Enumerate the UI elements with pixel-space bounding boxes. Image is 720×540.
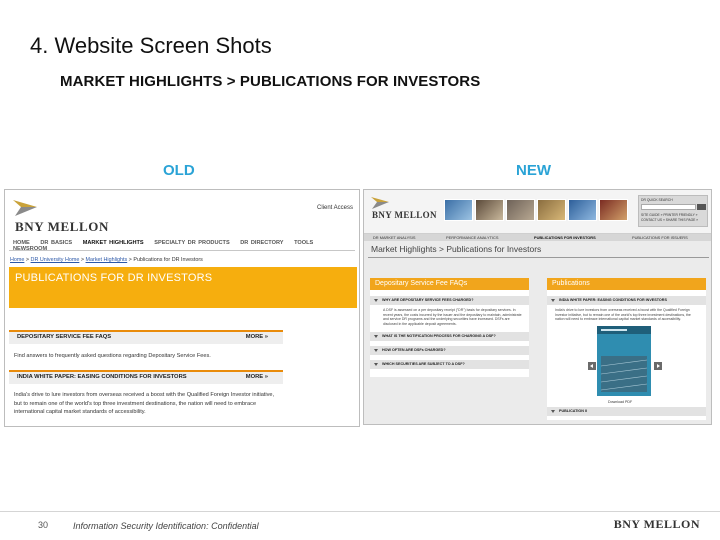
bny-mellon-logo-icon (13, 200, 37, 216)
old-nav-tools[interactable]: TOOLS (294, 240, 313, 246)
old-nav-specialty-dr-products[interactable]: SPECIALTY DR PRODUCTS (154, 240, 229, 246)
new-nav-dr-market-analysis[interactable]: DR MARKET ANALYSIS (373, 235, 415, 240)
expand-triangle-icon (374, 363, 378, 366)
old-nav-market-highlights[interactable]: MARKET HIGHLIGHTS (83, 240, 144, 246)
breadcrumb-dr-university[interactable]: DR University Home (31, 257, 80, 263)
faq-question[interactable]: WHICH SECURITIES ARE SUBJECT TO A DSF? (370, 360, 529, 369)
carousel-prev-icon[interactable] (588, 362, 596, 370)
breadcrumb-home[interactable]: Home (10, 257, 24, 263)
search-button[interactable] (697, 204, 706, 210)
old-page-banner: PUBLICATIONS FOR DR INVESTORS (9, 267, 357, 308)
client-access-link[interactable]: Client Access (317, 205, 353, 211)
footer-divider (0, 511, 720, 512)
expand-triangle-icon (374, 299, 378, 302)
old-divider (9, 250, 355, 251)
new-label: NEW (516, 162, 551, 179)
old-section-text: India's drive to lure investors from ove… (14, 392, 275, 415)
old-page-title: PUBLICATIONS FOR DR INVESTORS (15, 272, 213, 284)
new-page-title: Market Highlights > Publications for Inv… (371, 244, 542, 254)
breadcrumb-current: Publications for DR Investors (133, 257, 203, 263)
expand-triangle-icon (551, 299, 555, 302)
header-photo (599, 199, 628, 221)
breadcrumb-market-highlights[interactable]: Market Highlights (86, 257, 128, 263)
header-photo (475, 199, 504, 221)
slide-title: 4. Website Screen Shots (30, 33, 272, 58)
utility-links[interactable]: SITE GUIDE » PRINTER FRIENDLY » CONTACT … (641, 213, 698, 223)
faq-answer: A DSF is assessed on a per depositary re… (383, 308, 522, 326)
old-more-link[interactable]: MORE » (246, 334, 268, 340)
old-website-screenshot: BNY MELLON Client Access HOME DR BASICS … (4, 189, 360, 427)
header-photo (568, 199, 597, 221)
carousel-next-icon[interactable] (654, 362, 662, 370)
old-section-header-fees: DEPOSITARY SERVICE FEE FAQS MORE » (9, 330, 283, 344)
expand-triangle-icon (374, 349, 378, 352)
download-pdf-link[interactable]: Download PDF (608, 400, 632, 404)
old-nav-dr-directory[interactable]: DR DIRECTORY (240, 240, 283, 246)
old-nav-newsroom[interactable]: NEWSROOM (13, 246, 47, 252)
old-more-link[interactable]: MORE » (246, 374, 268, 380)
new-nav-publications-issuers[interactable]: PUBLICATIONS FOR ISSUERS (632, 235, 688, 240)
old-breadcrumb: Home > DR University Home > Market Highl… (10, 257, 203, 263)
old-section-text: Find answers to frequently asked questio… (14, 353, 211, 359)
search-input[interactable] (641, 204, 696, 210)
header-photo (506, 199, 535, 221)
new-header: BNY MELLON DR QUICK SEARCH SITE GUIDE » … (364, 190, 711, 234)
old-brand-name: BNY MELLON (15, 219, 109, 234)
footer-brand-logo: BNY MELLON (613, 517, 700, 531)
new-nav-performance-analytics[interactable]: PERFORMANCE ANALYTICS (446, 235, 498, 240)
new-nav-bar: DR MARKET ANALYSIS PERFORMANCE ANALYTICS… (364, 234, 711, 241)
dr-quick-search: DR QUICK SEARCH SITE GUIDE » PRINTER FRI… (638, 195, 708, 227)
page-number: 30 (38, 520, 49, 530)
new-website-screenshot: BNY MELLON DR QUICK SEARCH SITE GUIDE » … (363, 189, 712, 425)
publication-item[interactable]: INDIA WHITE PAPER: EASING CONDITIONS FOR… (547, 296, 706, 305)
expand-triangle-icon (551, 410, 555, 413)
old-section-header-india: INDIA WHITE PAPER: EASING CONDITIONS FOR… (9, 370, 283, 384)
faq-panel-body: WHY ARE DEPOSITARY SERVICE FEES CHARGED?… (370, 290, 529, 377)
publication-summary: India's drive to lure investors from ove… (555, 308, 691, 322)
new-title-rule (368, 257, 709, 258)
new-nav-publications-investors[interactable]: PUBLICATIONS FOR INVESTORS (534, 235, 596, 240)
header-photo (537, 199, 566, 221)
publications-panel-heading: Publications (547, 278, 706, 290)
confidentiality-note: Information Security Identification: Con… (73, 521, 259, 531)
faq-panel-heading: Depositary Service Fee FAQs (370, 278, 529, 290)
slide-subtitle: MARKET HIGHLIGHTS > PUBLICATIONS FOR INV… (60, 73, 481, 90)
search-label: DR QUICK SEARCH (641, 198, 673, 202)
faq-question[interactable]: WHY ARE DEPOSITARY SERVICE FEES CHARGED? (370, 296, 529, 305)
faq-question[interactable]: HOW OFTEN ARE DSFs CHARGED? (370, 346, 529, 355)
old-section-title: DEPOSITARY SERVICE FEE FAQS (17, 334, 112, 340)
faq-question[interactable]: WHAT IS THE NOTIFICATION PROCESS FOR CHA… (370, 332, 529, 341)
header-photo (444, 199, 473, 221)
old-section-title: INDIA WHITE PAPER: EASING CONDITIONS FOR… (17, 374, 187, 380)
expand-triangle-icon (374, 335, 378, 338)
bny-mellon-logo-icon (371, 197, 389, 209)
new-brand-name: BNY MELLON (372, 210, 437, 220)
old-label: OLD (163, 162, 195, 179)
white-paper-cover (597, 326, 651, 396)
publication-item[interactable]: PUBLICATION II (547, 407, 706, 416)
